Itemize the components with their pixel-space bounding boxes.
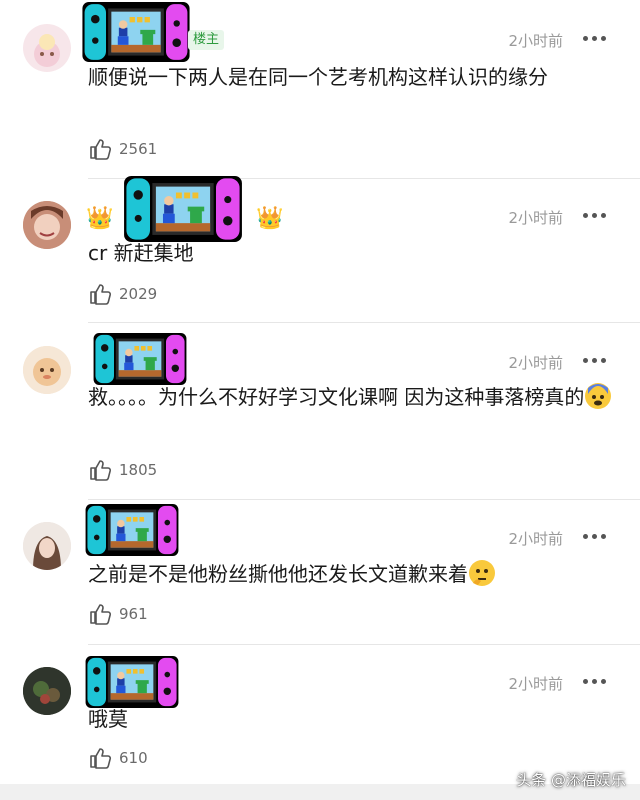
comment-time: 2小时前 (508, 530, 563, 548)
avatar[interactable] (23, 346, 71, 394)
more-icon[interactable] (583, 534, 607, 540)
watermark: 头条 @添福娱乐 (516, 771, 626, 789)
thumbs-up-icon (90, 604, 112, 625)
like-button[interactable]: 2561 (88, 136, 157, 162)
anxious-face-emoji-icon (585, 383, 612, 409)
thumbs-up-icon (90, 748, 112, 769)
comment-time: 2小时前 (508, 209, 563, 227)
thumbs-up-icon (90, 460, 112, 481)
like-button[interactable]: 610 (88, 745, 148, 771)
avatar-image (34, 34, 60, 67)
username-sticker (85, 504, 179, 556)
thinking-face-emoji-icon (469, 560, 495, 586)
avatar[interactable] (23, 201, 71, 249)
more-icon[interactable] (583, 36, 607, 42)
like-button[interactable]: 1805 (88, 457, 157, 483)
comment-text: cr 新赶集地 (88, 241, 194, 265)
divider (88, 644, 640, 645)
crown-icon: 👑 (86, 206, 114, 231)
author-badge: 楼主 (188, 30, 225, 50)
more-icon[interactable] (583, 358, 607, 364)
comment-time: 2小时前 (508, 354, 563, 372)
crown-icon: 👑 (256, 206, 284, 231)
username-sticker (82, 2, 190, 62)
comment-text: 顺便说一下两人是在同一个艺考机构这样认识的缘分 (88, 65, 548, 89)
like-button[interactable]: 2029 (88, 281, 157, 307)
comment-text: 救。。。。为什么不好好学习文化课啊 因为这种事落榜真的 (88, 380, 618, 414)
like-count: 2561 (119, 140, 158, 158)
thumbs-up-icon (90, 139, 112, 160)
divider (88, 322, 640, 323)
comment-time: 2小时前 (508, 675, 563, 693)
username-sticker (85, 656, 179, 708)
like-count: 961 (119, 605, 148, 623)
avatar[interactable] (23, 667, 71, 715)
avatar-image (23, 346, 71, 394)
more-icon[interactable] (583, 679, 607, 685)
thumbs-up-icon (90, 284, 112, 305)
avatar-image (23, 522, 71, 570)
comment-text-content: 之前是不是他粉丝撕他他还发长文道歉来着 (88, 562, 468, 586)
avatar-image (23, 201, 71, 249)
comment-time: 2小时前 (508, 32, 563, 50)
like-count: 2029 (119, 285, 158, 303)
like-count: 1805 (119, 461, 158, 479)
comment-text: 之前是不是他粉丝撕他他还发长文道歉来着 (88, 557, 618, 591)
avatar[interactable] (23, 24, 71, 72)
avatar-image (23, 667, 71, 715)
like-button[interactable]: 961 (88, 601, 148, 627)
comment-text: 哦莫 (88, 707, 128, 731)
divider (88, 499, 640, 500)
comment-text-content: 救。。。。为什么不好好学习文化课啊 因为这种事落榜真的 (88, 385, 585, 409)
more-icon[interactable] (583, 213, 607, 219)
username-sticker (124, 176, 242, 242)
like-count: 610 (119, 749, 148, 767)
avatar[interactable] (23, 522, 71, 570)
username-sticker (93, 333, 187, 385)
